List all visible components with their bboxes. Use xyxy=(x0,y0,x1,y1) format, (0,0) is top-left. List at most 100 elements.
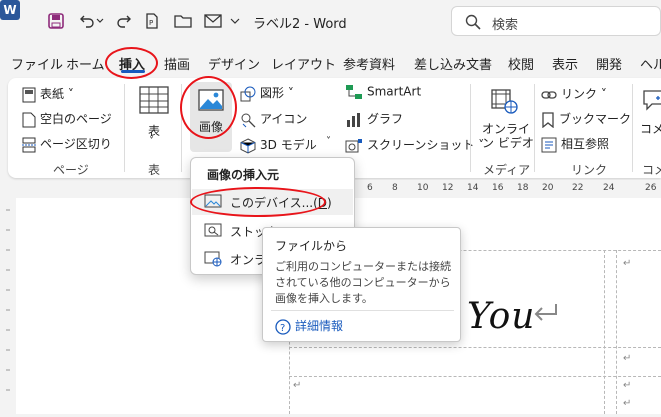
link-icon xyxy=(541,90,557,99)
ribbon-separator xyxy=(632,84,633,172)
tab-design[interactable]: デザイン xyxy=(208,54,260,73)
redo-icon[interactable] xyxy=(113,10,135,32)
vertical-ruler[interactable] xyxy=(0,200,16,414)
save-icon[interactable] xyxy=(45,10,67,32)
undo-dropdown-icon[interactable] xyxy=(94,10,106,32)
page-break-icon xyxy=(22,137,36,152)
svg-text:P: P xyxy=(149,19,153,27)
tab-file[interactable]: ファイル xyxy=(11,54,63,73)
ribbon-tabs: ファイル ホーム 挿入 描画 デザイン レイアウト 参考資料 差し込み文書 校閲… xyxy=(0,44,661,78)
tooltip-title: ファイルから xyxy=(275,239,348,253)
chart-button[interactable]: グラフ xyxy=(345,110,403,128)
cross-reference-icon xyxy=(541,137,557,152)
paragraph-mark: ↵ xyxy=(623,353,632,364)
chart-icon xyxy=(347,112,360,127)
open-folder-icon[interactable] xyxy=(172,10,194,32)
ribbon-separator xyxy=(534,84,535,172)
link-label: リンク ˅ xyxy=(561,87,607,101)
stock-images-icon xyxy=(204,223,222,237)
online-video-label-2: ン ビデオ xyxy=(482,136,534,150)
smartart-button[interactable]: SmartArt xyxy=(345,84,421,100)
help-icon: ? xyxy=(275,318,291,335)
pages-group-label: ページ xyxy=(53,163,89,177)
ribbon-separator xyxy=(124,84,125,172)
ruler-number: 8 xyxy=(392,183,398,193)
search-placeholder: 検索 xyxy=(492,18,519,33)
ruler-number: 18 xyxy=(517,183,529,193)
bookmark-icon xyxy=(542,111,554,128)
online-pictures-icon xyxy=(204,251,222,267)
new-doc-icon[interactable]: P xyxy=(141,10,163,32)
document-text[interactable]: You xyxy=(467,296,536,337)
smartart-label: SmartArt xyxy=(367,84,422,99)
tab-developer[interactable]: 開発 xyxy=(596,54,622,73)
menu-header: 画像の挿入元 xyxy=(207,168,280,182)
tab-home[interactable]: ホーム xyxy=(66,54,105,73)
cover-page-label: 表紙 ˅ xyxy=(40,87,74,101)
label-boundary xyxy=(289,376,661,377)
chart-label: グラフ xyxy=(367,112,404,126)
paragraph-mark: ↵ xyxy=(623,258,632,269)
label-boundary xyxy=(616,250,617,414)
ruler-number: 16 xyxy=(492,183,504,193)
comment-button[interactable]: コメ xyxy=(640,86,661,146)
online-video-icon xyxy=(491,89,518,114)
icons-button[interactable]: アイコン xyxy=(240,110,307,128)
paragraph-mark: ↵ xyxy=(293,380,302,391)
search-input[interactable]: 検索 xyxy=(451,6,661,36)
shapes-button[interactable]: 図形 ˅ xyxy=(240,84,294,102)
tooltip-more-info-link[interactable]: ? 詳細情報 xyxy=(275,317,343,335)
shapes-icon xyxy=(240,86,256,101)
ruler-number: 12 xyxy=(442,183,454,193)
title-bar: W P ラベル2 - Word 検索 xyxy=(0,0,661,44)
tooltip-link-label: 詳細情報 xyxy=(295,319,344,333)
ruler-number: 20 xyxy=(542,183,554,193)
horizontal-ruler[interactable]: 6 8 10 12 14 16 18 20 22 24 26 xyxy=(329,180,661,198)
comment-icon xyxy=(643,90,661,111)
cross-reference-button[interactable]: 相互参照 xyxy=(541,135,609,153)
ruler-number: 10 xyxy=(417,183,429,193)
search-icon xyxy=(465,14,481,30)
links-group-label: リンク xyxy=(571,163,608,177)
3d-models-icon xyxy=(240,137,256,154)
bookmark-button[interactable]: ブックマーク xyxy=(541,110,631,128)
highlight-ring-picture xyxy=(180,76,237,139)
screenshot-button[interactable]: スクリーンショット ˅ xyxy=(345,136,484,154)
cover-page-button[interactable]: 表紙 ˅ xyxy=(22,85,74,103)
ruler-number: 22 xyxy=(572,183,584,193)
page-break-label: ページ区切り xyxy=(40,137,112,151)
page-break-button[interactable]: ページ区切り xyxy=(22,135,112,153)
tab-layout[interactable]: レイアウト xyxy=(271,54,336,73)
tab-help[interactable]: ヘル xyxy=(640,54,661,73)
link-button[interactable]: リンク ˅ xyxy=(541,85,607,102)
tab-references[interactable]: 参考資料 xyxy=(343,54,395,73)
tab-mailings[interactable]: 差し込み文書 xyxy=(414,54,492,73)
3d-models-button[interactable]: 3D モデル xyxy=(240,136,317,154)
cover-page-icon xyxy=(22,87,36,102)
blank-page-button[interactable]: 空白のページ xyxy=(22,110,112,128)
bookmark-label: ブックマーク xyxy=(559,112,632,126)
tab-view[interactable]: 表示 xyxy=(552,54,578,73)
table-button[interactable]: 表 ˅ xyxy=(136,84,172,154)
ruler-number: 24 xyxy=(603,183,615,193)
svg-text:?: ? xyxy=(280,323,285,334)
online-video-button[interactable]: オンライ ン ビデオ xyxy=(478,86,534,156)
tab-draw[interactable]: 描画 xyxy=(164,54,190,73)
shapes-label: 図形 ˅ xyxy=(260,86,294,100)
icons-icon xyxy=(241,113,256,127)
document-title: ラベル2 - Word xyxy=(253,17,347,32)
3d-models-label: 3D モデル xyxy=(260,138,317,152)
3d-models-dropdown-arrow[interactable]: ˅ xyxy=(326,136,331,147)
table-dropdown-arrow: ˅ xyxy=(149,136,154,147)
paragraph-return-icon xyxy=(534,304,557,321)
tab-review[interactable]: 校閲 xyxy=(508,54,534,73)
cross-reference-label: 相互参照 xyxy=(561,137,610,151)
table-icon xyxy=(139,86,169,114)
media-group-label: メディア xyxy=(483,163,531,177)
comments-group-label: コメ xyxy=(642,163,661,177)
customize-qat-icon[interactable] xyxy=(228,10,242,32)
email-icon[interactable] xyxy=(202,10,224,32)
table-group-label: 表 xyxy=(148,163,161,177)
paragraph-mark: ↵ xyxy=(623,398,632,409)
tooltip-from-file: ファイルから ご利用のコンピューターまたは接続されている他のコンピューターから画… xyxy=(262,227,461,342)
